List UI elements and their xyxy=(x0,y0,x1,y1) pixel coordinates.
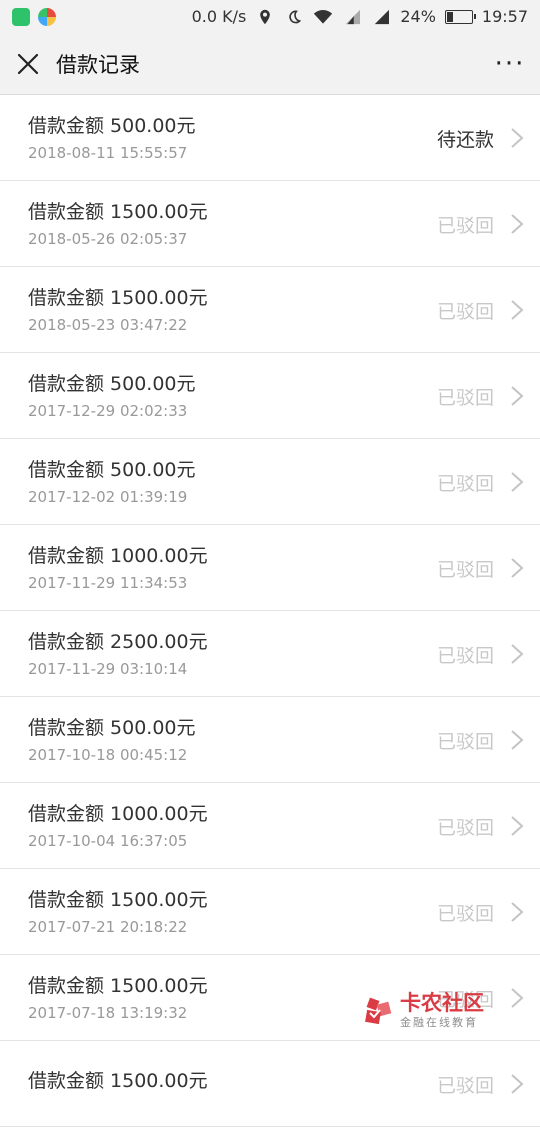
nav-header: 借款记录 ··· xyxy=(0,33,540,95)
browser-app-icon xyxy=(38,7,56,26)
loan-status: 已驳回 xyxy=(436,817,494,839)
loan-status: 已驳回 xyxy=(436,473,494,495)
chevron-right-icon xyxy=(511,902,524,922)
close-button[interactable] xyxy=(2,33,54,95)
loan-record-row[interactable]: 借款金额 1000.00元 2017-10-04 16:37:05 已驳回 xyxy=(0,783,540,869)
loan-amount: 借款金额 1000.00元 xyxy=(28,802,208,825)
loan-record-row[interactable]: 借款金额 1500.00元 2018-05-23 03:47:22 已驳回 xyxy=(0,267,540,353)
loan-date: 2018-05-23 03:47:22 xyxy=(28,315,188,334)
battery-icon xyxy=(444,9,476,24)
wifi-icon xyxy=(314,9,333,24)
loan-record-row[interactable]: 借款金额 500.00元 2017-12-02 01:39:19 已驳回 xyxy=(0,439,540,525)
community-logo-icon xyxy=(365,997,392,1025)
loan-status: 已驳回 xyxy=(436,731,494,753)
chevron-right-icon xyxy=(511,472,524,492)
loan-date: 2017-12-29 02:02:33 xyxy=(28,401,188,420)
watermark-tagline: 金融在线教育 xyxy=(400,1016,478,1029)
loan-status: 已驳回 xyxy=(436,645,494,667)
loan-record-row[interactable]: 借款金额 1500.00元 2018-05-26 02:05:37 已驳回 xyxy=(0,181,540,267)
loan-amount: 借款金额 1500.00元 xyxy=(28,1069,208,1092)
loan-amount: 借款金额 2500.00元 xyxy=(28,630,208,653)
watermark: 卡农社区 金融在线教育 xyxy=(360,992,484,1030)
loan-status: 已驳回 xyxy=(436,559,494,581)
loan-amount: 借款金额 1500.00元 xyxy=(28,286,208,309)
loan-status: 已驳回 xyxy=(436,1075,494,1097)
signal-icon xyxy=(375,9,390,24)
close-icon xyxy=(17,53,39,74)
chevron-right-icon xyxy=(511,386,524,406)
chat-app-icon xyxy=(12,7,30,26)
loan-status: 已驳回 xyxy=(436,903,494,925)
more-options-button[interactable]: ··· xyxy=(480,33,540,95)
loan-record-row[interactable]: 借款金额 1500.00元 已驳回 xyxy=(0,1041,540,1127)
loan-record-row[interactable]: 借款金额 500.00元 2017-12-29 02:02:33 已驳回 xyxy=(0,353,540,439)
battery-percent: 24% xyxy=(400,7,436,26)
loan-record-row[interactable]: 借款金额 500.00元 2017-10-18 00:45:12 已驳回 xyxy=(0,697,540,783)
signal-icon xyxy=(346,9,361,24)
chevron-right-icon xyxy=(511,214,524,234)
page-title: 借款记录 xyxy=(56,52,140,77)
loan-date: 2018-08-11 15:55:57 xyxy=(28,143,188,162)
chevron-right-icon xyxy=(511,128,524,148)
loan-amount: 借款金额 1500.00元 xyxy=(28,200,208,223)
location-icon xyxy=(260,9,271,24)
loan-date: 2018-05-26 02:05:37 xyxy=(28,229,188,248)
loan-record-list: 借款金额 500.00元 2018-08-11 15:55:57 待还款 借款金… xyxy=(0,95,540,1127)
loan-status: 待还款 xyxy=(436,129,494,151)
loan-date: 2017-10-18 00:45:12 xyxy=(28,745,188,764)
loan-date: 2017-11-29 03:10:14 xyxy=(28,659,188,678)
loan-amount: 借款金额 1500.00元 xyxy=(28,974,208,997)
loan-record-row[interactable]: 借款金额 500.00元 2018-08-11 15:55:57 待还款 xyxy=(0,95,540,181)
loan-amount: 借款金额 500.00元 xyxy=(28,372,196,395)
chevron-right-icon xyxy=(511,730,524,750)
loan-amount: 借款金额 500.00元 xyxy=(28,458,196,481)
chevron-right-icon xyxy=(511,300,524,320)
loan-date: 2017-07-21 20:18:22 xyxy=(28,917,188,936)
loan-status: 已驳回 xyxy=(436,387,494,409)
loan-amount: 借款金额 1500.00元 xyxy=(28,888,208,911)
status-bar: 0.0 K/s 24% 19:57 xyxy=(0,0,540,33)
loan-status: 已驳回 xyxy=(436,301,494,323)
loan-status: 已驳回 xyxy=(436,215,494,237)
more-icon: ··· xyxy=(494,48,526,79)
loan-date: 2017-10-04 16:37:05 xyxy=(28,831,188,850)
chevron-right-icon xyxy=(511,558,524,578)
loan-amount: 借款金额 500.00元 xyxy=(28,114,196,137)
loan-date: 2017-12-02 01:39:19 xyxy=(28,487,188,506)
loan-record-row[interactable]: 借款金额 1500.00元 2017-07-21 20:18:22 已驳回 xyxy=(0,869,540,955)
moon-icon xyxy=(289,10,302,23)
network-speed: 0.0 K/s xyxy=(191,7,247,26)
loan-date: 2017-07-18 13:19:32 xyxy=(28,1003,188,1022)
chevron-right-icon xyxy=(511,1074,524,1094)
loan-date: 2017-11-29 11:34:53 xyxy=(28,573,188,592)
chevron-right-icon xyxy=(511,644,524,664)
chevron-right-icon xyxy=(511,988,524,1008)
watermark-name: 卡农社区 xyxy=(400,991,484,1015)
loan-amount: 借款金额 1000.00元 xyxy=(28,544,208,567)
clock: 19:57 xyxy=(481,7,528,26)
loan-record-row[interactable]: 借款金额 2500.00元 2017-11-29 03:10:14 已驳回 xyxy=(0,611,540,697)
loan-record-row[interactable]: 借款金额 1000.00元 2017-11-29 11:34:53 已驳回 xyxy=(0,525,540,611)
chevron-right-icon xyxy=(511,816,524,836)
loan-amount: 借款金额 500.00元 xyxy=(28,716,196,739)
